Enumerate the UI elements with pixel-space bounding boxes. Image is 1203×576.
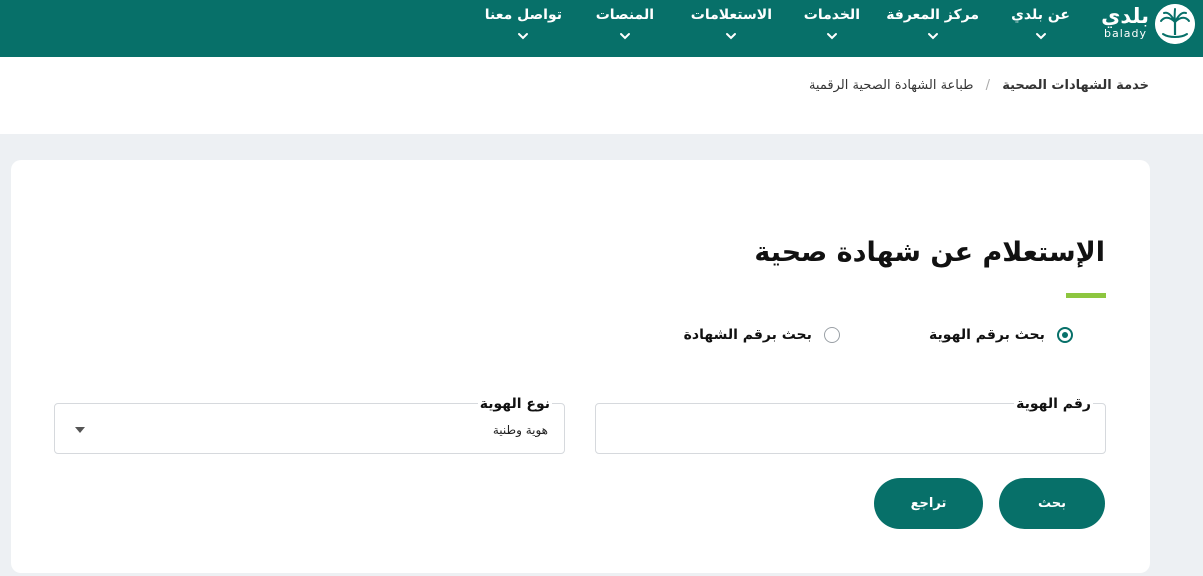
nav-item-label: عن بلدي [1011,7,1070,23]
nav-item-label: الاستعلامات [690,7,772,23]
nav-item-contact[interactable]: تواصل معنا [485,6,562,52]
breadcrumb-separator: / [985,78,991,93]
id-type-selected-value: هوية وطنية [492,423,548,437]
nav-item-inquiries[interactable]: الاستعلامات [691,6,772,52]
nav-item-about[interactable]: عن بلدي [1011,6,1070,52]
nav-item-platforms[interactable]: المنصات [596,6,654,52]
nav-item-services[interactable]: الخدمات [804,6,860,52]
id-number-input[interactable] [597,416,1104,446]
balady-logo[interactable]: بلدي balady [1095,4,1195,46]
nav-item-knowledge-center[interactable]: مركز المعرفة [886,6,979,52]
radio-unselected-indicator[interactable] [824,326,840,343]
chevron-down-icon [517,32,529,40]
chevron-down-icon [1035,32,1047,40]
nav-item-label: تواصل معنا [484,7,562,23]
radio-label: بحث برقم الشهادة [683,326,812,343]
radio-selected-indicator[interactable] [1057,326,1073,343]
chevron-down-icon [619,32,631,40]
breadcrumb: خدمة الشهادات الصحية / طباعة الشهادة الص… [809,78,1149,93]
radio-search-by-id[interactable]: بحث برقم الهوية [929,324,1073,344]
caret-down-icon [75,427,85,433]
breadcrumb-bar: خدمة الشهادات الصحية / طباعة الشهادة الص… [0,57,1203,134]
id-type-label: نوع الهوية [477,396,552,412]
radio-label: بحث برقم الهوية [929,326,1045,343]
nav-item-label: مركز المعرفة [886,7,979,23]
breadcrumb-parent-link[interactable]: خدمة الشهادات الصحية [1002,78,1149,93]
radio-search-by-certificate[interactable]: بحث برقم الشهادة [684,324,840,344]
brand-name-ar: بلدي [1101,4,1149,28]
id-number-field[interactable]: رقم الهوية [595,396,1106,454]
nav-item-label: الخدمات [803,7,860,23]
chevron-down-icon [826,32,838,40]
palm-emblem-icon [1155,4,1195,44]
search-button[interactable]: بحث [999,478,1105,529]
id-number-label: رقم الهوية [1014,396,1093,412]
back-button[interactable]: تراجع [874,478,983,529]
breadcrumb-current: طباعة الشهادة الصحية الرقمية [808,78,974,93]
top-navbar: بلدي balady عن بلدي مركز المعرفة الخدمات… [0,0,1203,57]
page-title: الإستعلام عن شهادة صحية [754,237,1105,268]
brand-name-en: balady [1103,27,1147,40]
chevron-down-icon [927,32,939,40]
id-type-select[interactable]: نوع الهوية هوية وطنية [54,396,565,454]
title-accent-bar [1066,293,1106,298]
nav-item-label: المنصات [595,7,654,23]
chevron-down-icon [725,32,737,40]
